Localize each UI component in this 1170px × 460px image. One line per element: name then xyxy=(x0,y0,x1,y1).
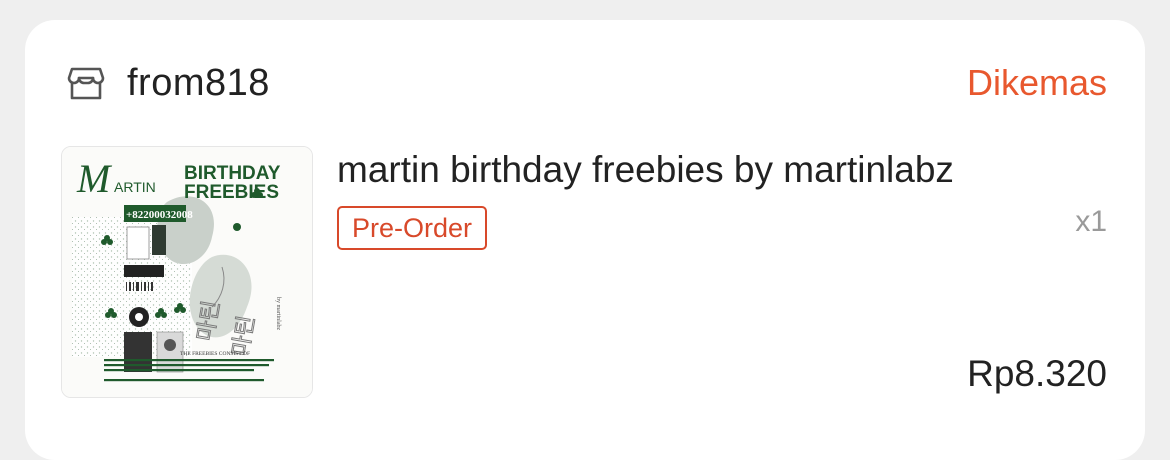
product-image: M ARTIN BIRTHDAY FREEBIES +82200032008 마… xyxy=(62,147,312,397)
product-price: Rp8.320 xyxy=(967,353,1107,394)
thumbnail-caption-heading: THE FREEBIES CONSIST OF xyxy=(180,351,250,357)
order-card[interactable]: from818 Dikemas M ARTIN BIRTHDAY FREEBIE… xyxy=(25,20,1145,460)
thumbnail-number-tag: +82200032008 xyxy=(126,209,193,221)
shop-name[interactable]: from818 xyxy=(127,62,270,105)
product-title[interactable]: martin birthday freebies by martinlabz xyxy=(337,146,954,194)
preorder-badge: Pre-Order xyxy=(337,206,488,250)
thumbnail-side-text: by martinlabz xyxy=(275,297,281,330)
thumbnail-heading-2: FREEBIES xyxy=(184,182,279,203)
store-icon xyxy=(67,64,105,102)
thumbnail-heading-1: BIRTHDAY xyxy=(184,163,281,184)
thumbnail-script-rest: ARTIN xyxy=(114,179,156,195)
thumbnail-script-m: M xyxy=(76,156,113,201)
shop-header[interactable]: from818 xyxy=(67,60,270,106)
quantity-label: x1 xyxy=(1075,205,1107,238)
order-status: Dikemas xyxy=(966,62,1107,103)
product-thumbnail[interactable]: M ARTIN BIRTHDAY FREEBIES +82200032008 마… xyxy=(61,146,313,398)
